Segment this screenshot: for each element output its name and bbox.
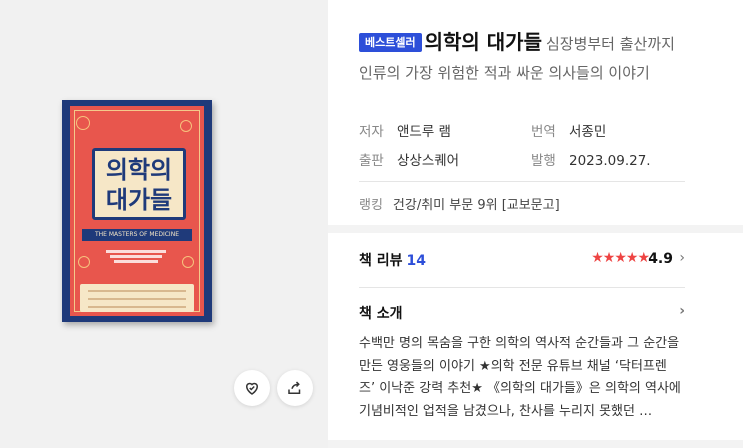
intro-header[interactable]: 책 소개 ›: [359, 303, 685, 323]
bestseller-badge: 베스트셀러: [359, 33, 422, 52]
translator-link[interactable]: 서종민: [569, 124, 606, 140]
heart-icon: [245, 382, 259, 395]
like-button[interactable]: [234, 370, 270, 406]
review-count: 14: [406, 253, 426, 269]
cover-pane: 의학의 대가들 THE MASTERS OF MEDICINE: [0, 0, 328, 448]
cover-blurb: [106, 248, 166, 278]
cover-english-title: THE MASTERS OF MEDICINE: [82, 229, 192, 241]
cover-quote-panel: [80, 284, 194, 312]
section-divider: [328, 225, 743, 233]
share-icon: [288, 381, 301, 394]
share-button[interactable]: [277, 370, 313, 406]
star-icon: ★: [602, 250, 616, 266]
cover-title: 의학의 대가들: [92, 148, 186, 220]
star-icon: ★: [614, 250, 627, 266]
book-review-row[interactable]: 책 리뷰 14 ★★★★★ 4.9 ›: [359, 250, 685, 270]
review-label: 책 리뷰: [359, 253, 403, 269]
book-title: 의학의 대가들: [424, 30, 542, 54]
author-link[interactable]: 앤드루 램: [397, 124, 451, 140]
intro-text: 수백만 명의 목숨을 구한 의학의 역사적 순간들과 그 순간을 만든 영웅들의…: [359, 336, 681, 419]
ranking-value[interactable]: 건강/취미 부문 9위 [교보문고]: [393, 198, 560, 213]
star-icon: ★: [625, 250, 639, 266]
section-divider: [328, 440, 743, 448]
chevron-right-icon: ›: [679, 303, 685, 319]
book-title-block: 베스트셀러 의학의 대가들 심장병부터 출산까지 인류의 가장 위험한 적과 싸운 …: [359, 28, 689, 88]
divider: [359, 181, 685, 182]
intro-label: 책 소개: [359, 306, 403, 322]
chevron-right-icon: ›: [679, 250, 685, 266]
cover-artwork: 의학의 대가들 THE MASTERS OF MEDICINE: [70, 106, 204, 316]
star-icon: ★: [591, 250, 604, 266]
publisher-link[interactable]: 상상스퀘어: [397, 153, 459, 169]
publish-date: 2023.09.27.: [569, 153, 651, 169]
book-intro: 책 소개 › 수백만 명의 목숨을 구한 의학의 역사적 순간들과 그 순간을 …: [359, 303, 685, 423]
book-cover[interactable]: 의학의 대가들 THE MASTERS OF MEDICINE: [62, 100, 212, 322]
ranking: 랭킹 건강/취미 부문 9위 [교보문고]: [359, 198, 560, 213]
divider: [359, 287, 685, 288]
rating-stars: ★★★★★: [591, 250, 650, 266]
rating-score: 4.9: [648, 251, 673, 267]
